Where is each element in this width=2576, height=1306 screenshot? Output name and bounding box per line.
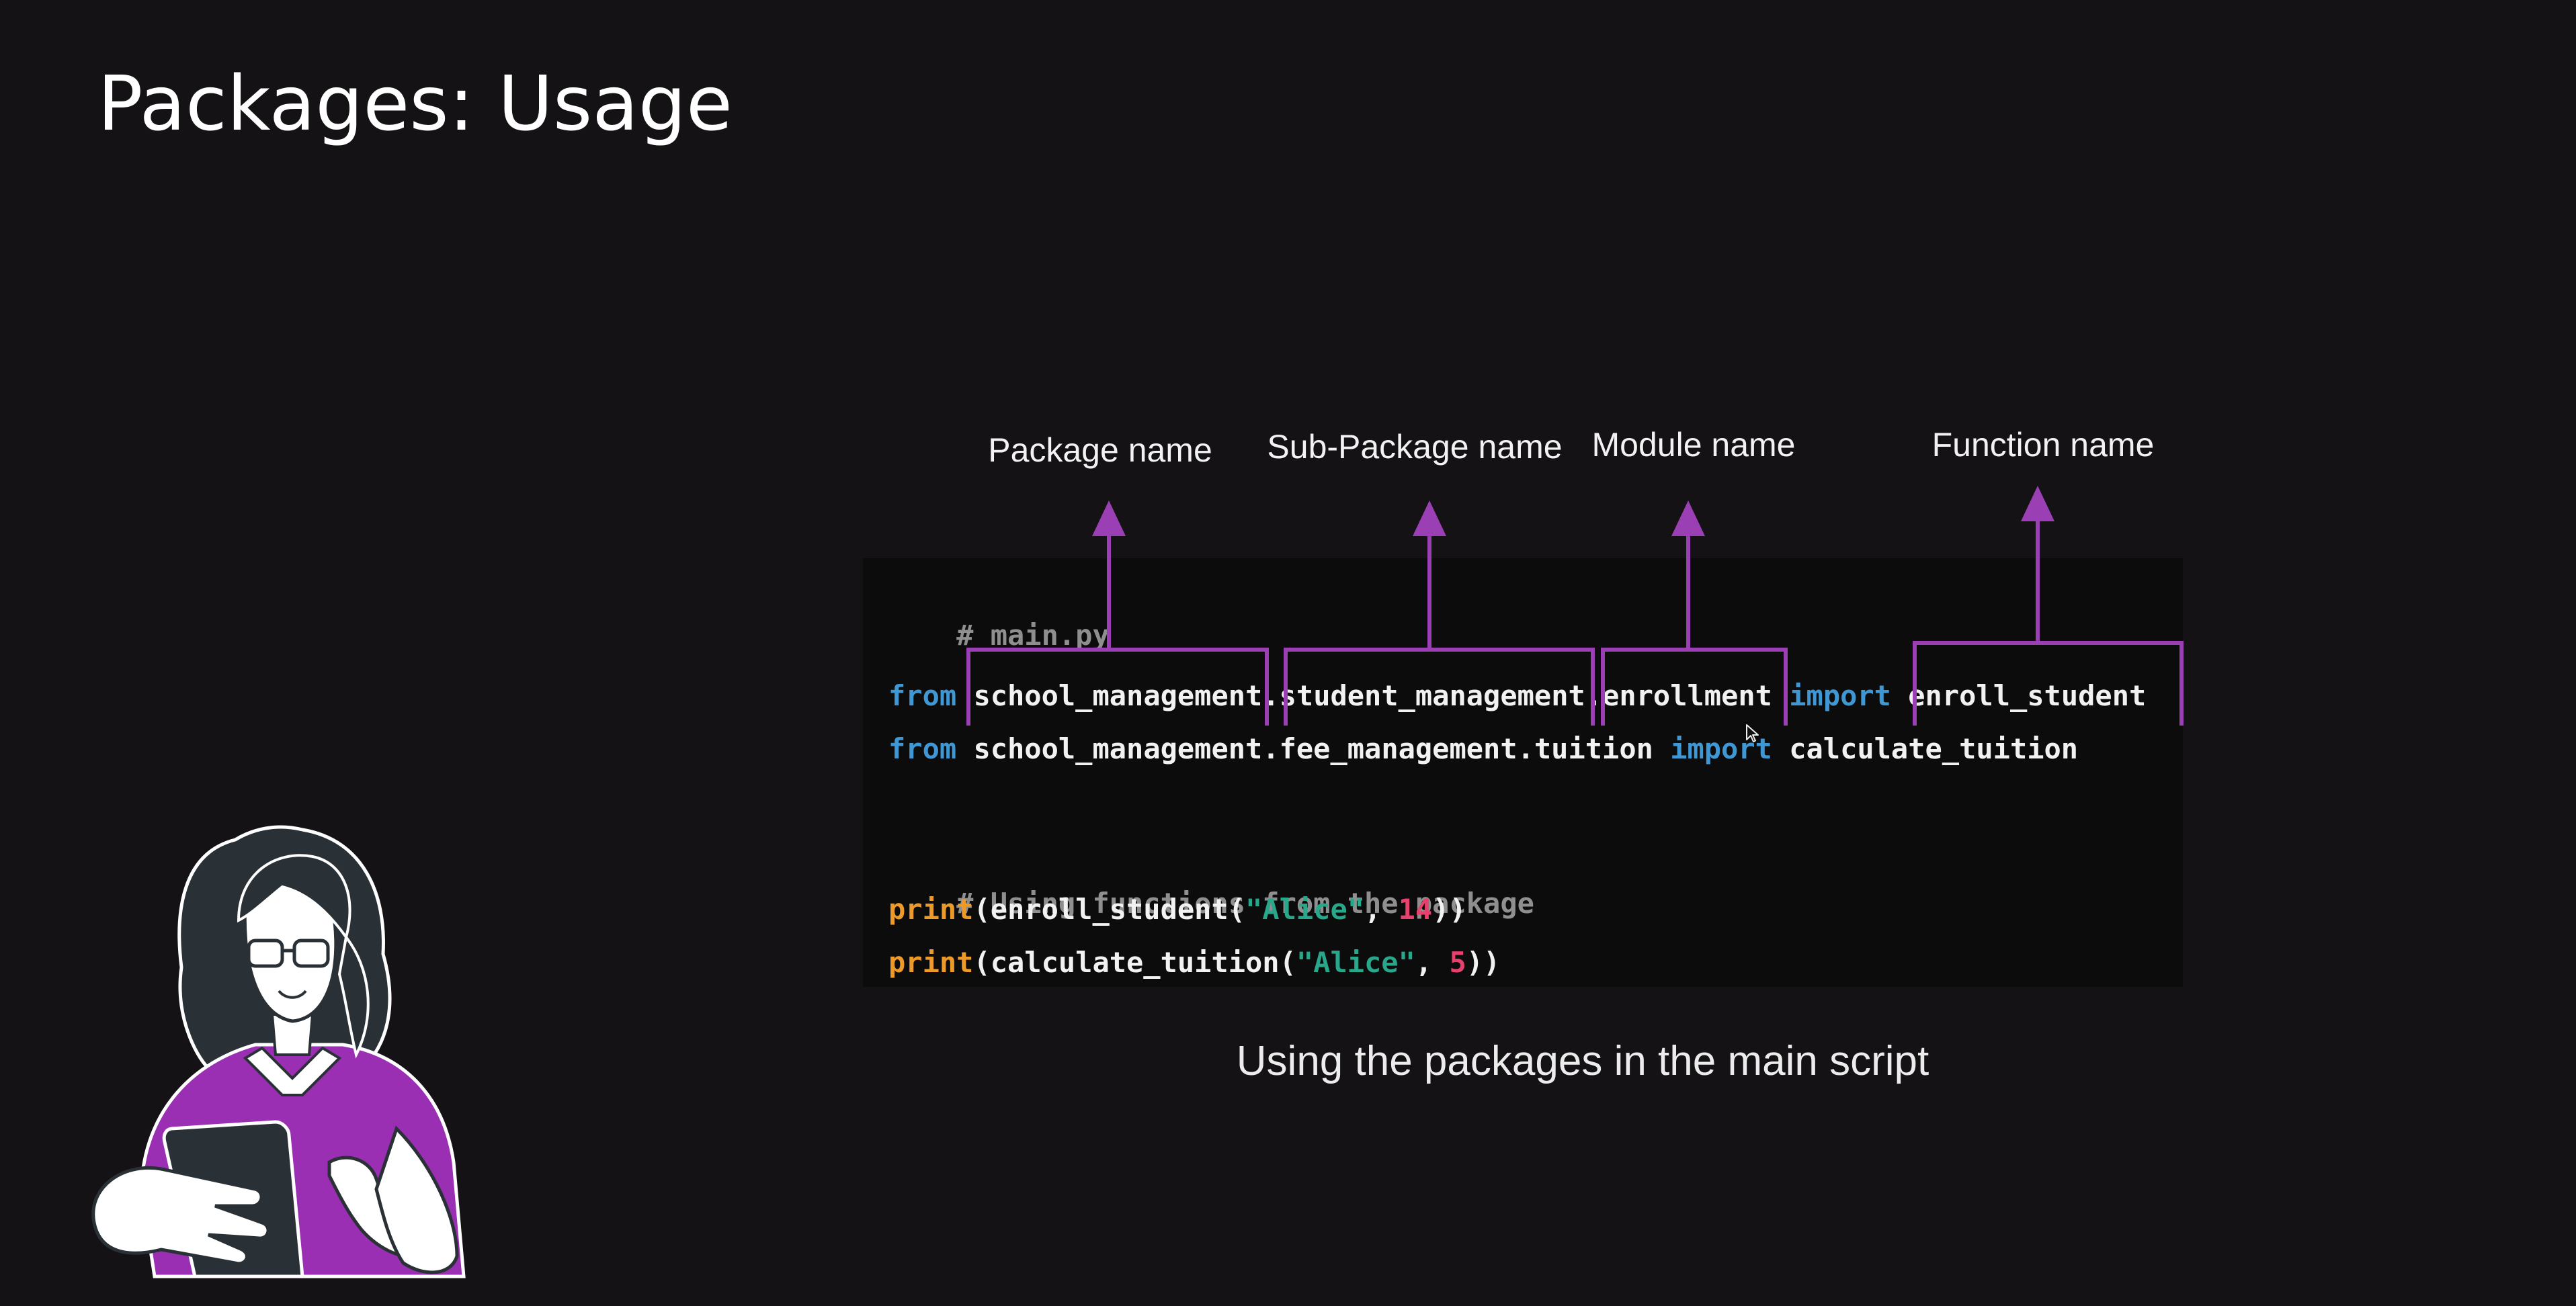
slide-caption: Using the packages in the main script <box>1236 1038 1929 1084</box>
subpackage-arrow-head <box>1413 500 1446 536</box>
function-bracket <box>1913 641 2184 726</box>
module-bracket <box>1601 648 1788 726</box>
subpackage-bracket <box>1284 648 1595 726</box>
mouse-pointer-icon <box>1746 724 1759 742</box>
package-arrow-head <box>1092 500 1126 536</box>
function-arrow-head <box>2021 486 2054 521</box>
woman-with-tablet-illustration <box>91 825 466 1278</box>
module-arrow-head <box>1671 500 1705 536</box>
package-bracket <box>966 648 1269 726</box>
